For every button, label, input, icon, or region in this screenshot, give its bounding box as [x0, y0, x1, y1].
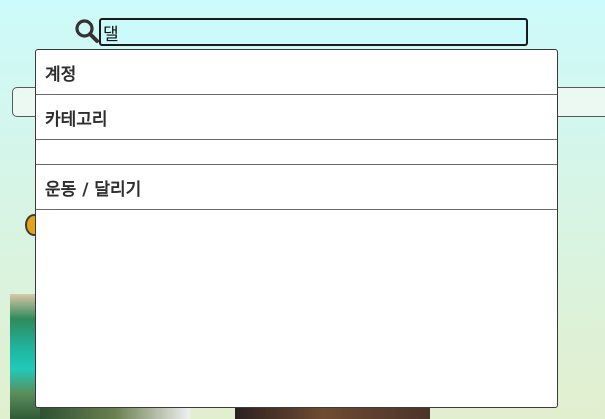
search-icon[interactable] [74, 18, 100, 44]
suggestion-group-header-account: 계정 [36, 50, 557, 95]
search-input[interactable] [99, 18, 528, 46]
suggestion-empty-row [36, 140, 557, 165]
suggestion-item-label: 운동 / 달리기 [45, 179, 142, 200]
search-bar [74, 16, 528, 48]
suggestion-item-sports-running[interactable]: 운동 / 달리기 [36, 165, 557, 210]
search-suggestions-dropdown: 계정 카테고리 운동 / 달리기 [35, 49, 558, 408]
suggestion-group-label: 계정 [45, 64, 77, 85]
suggestion-group-label: 카테고리 [45, 109, 108, 130]
suggestion-group-header-category: 카테고리 [36, 95, 557, 140]
